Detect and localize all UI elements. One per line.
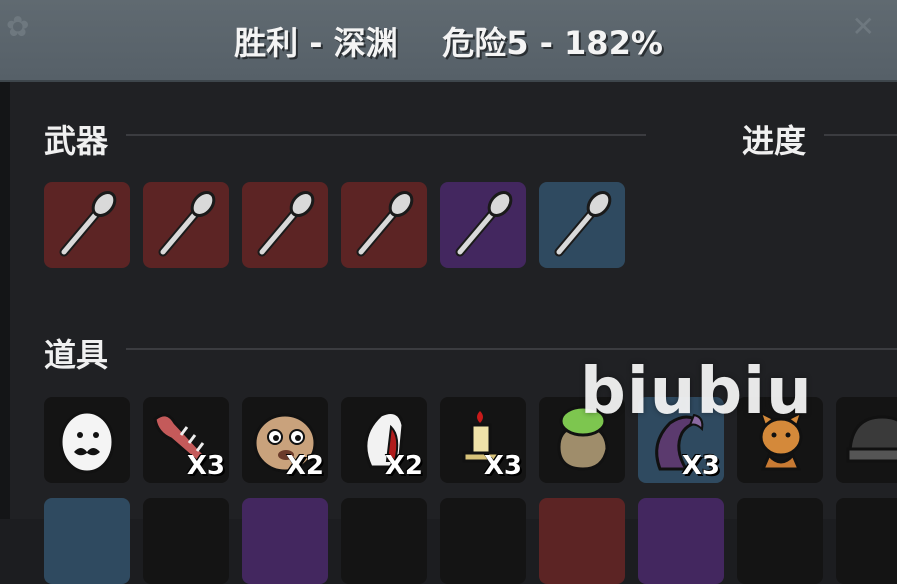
item-count: X2: [285, 451, 324, 481]
item-slot-partial[interactable]: [44, 498, 130, 584]
weapon-slot[interactable]: [44, 182, 130, 268]
watermark: biubiu: [580, 355, 813, 429]
item-slot[interactable]: [44, 397, 130, 483]
weapons-divider: [126, 134, 646, 136]
item-slot-partial[interactable]: [836, 498, 897, 584]
item-slot[interactable]: [836, 397, 897, 483]
items-divider: [126, 348, 897, 350]
progress-divider: [824, 134, 897, 136]
item-slot-partial[interactable]: [737, 498, 823, 584]
item-slot-partial[interactable]: [242, 498, 328, 584]
result-header: ✿ 胜利 - 深渊 危险5 - 182% ✕: [0, 0, 897, 82]
item-slot-partial[interactable]: [341, 498, 427, 584]
item-slot-partial[interactable]: [440, 498, 526, 584]
weapon-slot[interactable]: [539, 182, 625, 268]
item-slot-partial[interactable]: [539, 498, 625, 584]
item-slot[interactable]: X3: [143, 397, 229, 483]
item-slot[interactable]: X3: [440, 397, 526, 483]
weapons-title: 武器: [44, 122, 109, 160]
item-count: X3: [483, 451, 522, 481]
item-slot[interactable]: X2: [341, 397, 427, 483]
weapon-slot[interactable]: [143, 182, 229, 268]
item-slot-partial[interactable]: [638, 498, 724, 584]
item-slot-partial[interactable]: [143, 498, 229, 584]
item-slot[interactable]: X2: [242, 397, 328, 483]
weapon-slot[interactable]: [242, 182, 328, 268]
item-count: X3: [681, 451, 720, 481]
weapon-slot[interactable]: [440, 182, 526, 268]
result-title: 胜利 - 深渊 危险5 - 182%: [234, 24, 663, 62]
progress-title: 进度: [742, 122, 807, 160]
item-count: X2: [384, 451, 423, 481]
weapon-slot[interactable]: [341, 182, 427, 268]
items-title: 道具: [44, 336, 109, 374]
item-count: X3: [186, 451, 225, 481]
left-edge: [0, 82, 10, 519]
bone-icon: ✕: [851, 10, 875, 43]
